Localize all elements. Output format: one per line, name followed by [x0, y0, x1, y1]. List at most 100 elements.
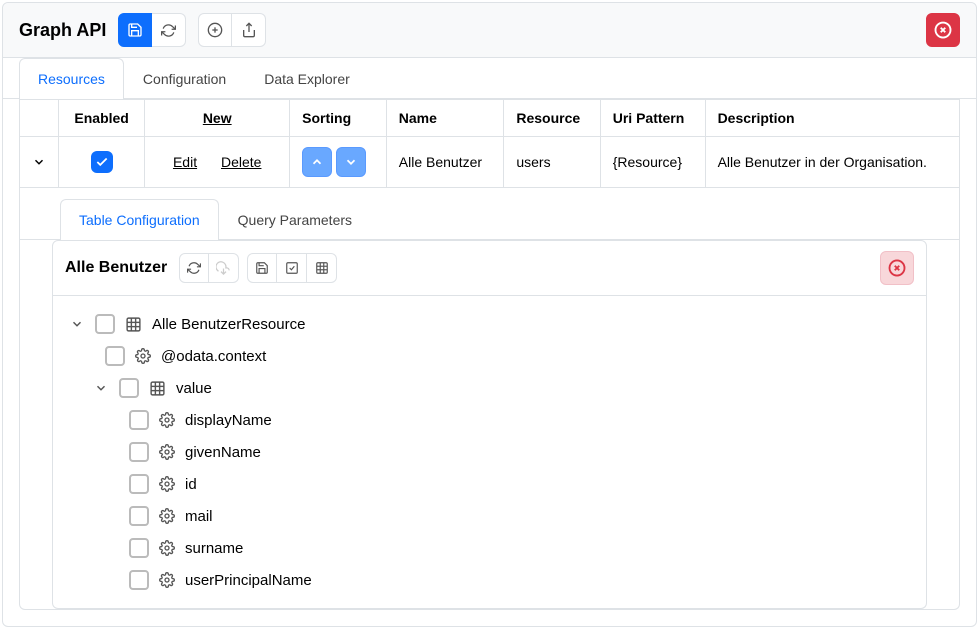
resources-table: Enabled New Sorting Name Resource Uri Pa… [19, 99, 960, 188]
table-icon [149, 380, 166, 397]
refresh-button[interactable] [152, 13, 186, 47]
add-button[interactable] [198, 13, 232, 47]
tree-item: displayName [129, 404, 910, 436]
col-resource: Resource [504, 100, 600, 137]
schema-tree: Alle BenutzerResource @odata.context [52, 296, 927, 609]
config-select-button[interactable] [277, 253, 307, 283]
save-icon [127, 22, 143, 38]
save-button[interactable] [118, 13, 152, 47]
config-save-button[interactable] [247, 253, 277, 283]
main-tabs: Resources Configuration Data Explorer [3, 58, 976, 99]
row-description: Alle Benutzer in der Organisation. [705, 137, 959, 188]
grid-icon [315, 261, 329, 275]
tree-checkbox[interactable] [129, 506, 149, 526]
tree-node: value [93, 372, 910, 404]
tab-query-params[interactable]: Query Parameters [219, 199, 371, 240]
edit-link[interactable]: Edit [173, 154, 197, 170]
tree-item: userPrincipalName [129, 564, 910, 596]
new-link[interactable]: New [203, 110, 232, 126]
tree-item-label: surname [185, 540, 243, 557]
tree-checkbox[interactable] [105, 346, 125, 366]
header-btn-group-2 [198, 13, 266, 47]
close-panel-button[interactable] [926, 13, 960, 47]
gear-icon [159, 508, 175, 524]
tree-root-row: Alle BenutzerResource [69, 308, 910, 340]
save-icon [255, 261, 269, 275]
config-close-button[interactable] [880, 251, 914, 285]
tree-item-label: userPrincipalName [185, 572, 312, 589]
panel-title: Graph API [19, 20, 106, 41]
table-icon [125, 316, 142, 333]
row-name: Alle Benutzer [386, 137, 504, 188]
sort-up-button[interactable] [302, 147, 332, 177]
tree-toggle[interactable] [93, 381, 109, 395]
tree-checkbox[interactable] [95, 314, 115, 334]
gear-icon [135, 348, 151, 364]
refresh-icon [187, 261, 201, 275]
row-uri-pattern: {Resource} [600, 137, 705, 188]
gear-icon [159, 412, 175, 428]
config-refresh-button[interactable] [179, 253, 209, 283]
tree-item: mail [129, 500, 910, 532]
delete-link[interactable]: Delete [221, 154, 261, 170]
detail-tabs: Table Configuration Query Parameters [20, 187, 959, 240]
config-title: Alle Benutzer [65, 259, 167, 277]
tree-item: @odata.context [105, 340, 910, 372]
export-icon [241, 22, 257, 38]
detail-panel: Table Configuration Query Parameters All… [19, 187, 960, 610]
export-button[interactable] [232, 13, 266, 47]
col-sorting: Sorting [290, 100, 387, 137]
tree-item-label: givenName [185, 444, 261, 461]
gear-icon [159, 444, 175, 460]
tree-checkbox[interactable] [129, 538, 149, 558]
tree-root-label: Alle BenutzerResource [152, 316, 305, 333]
check-icon [95, 155, 109, 169]
sort-down-button[interactable] [336, 147, 366, 177]
panel-header: Graph API [3, 3, 976, 58]
gear-icon [159, 572, 175, 588]
tree-item-label: id [185, 476, 197, 493]
tab-data-explorer[interactable]: Data Explorer [245, 58, 369, 99]
col-enabled: Enabled [59, 100, 145, 137]
chevron-down-icon [32, 155, 46, 169]
tab-table-config[interactable]: Table Configuration [60, 199, 219, 240]
chevron-down-icon [94, 381, 108, 395]
tree-node-label: value [176, 380, 212, 397]
chevron-down-icon [70, 317, 84, 331]
chevron-down-icon [344, 155, 358, 169]
col-name: Name [386, 100, 504, 137]
gear-icon [159, 476, 175, 492]
tree-checkbox[interactable] [129, 410, 149, 430]
header-btn-group-1 [118, 13, 186, 47]
check-square-icon [285, 261, 299, 275]
config-grid-button[interactable] [307, 253, 337, 283]
plus-circle-icon [207, 22, 223, 38]
tree-item-label: @odata.context [161, 348, 266, 365]
tree-item: surname [129, 532, 910, 564]
tree-item: id [129, 468, 910, 500]
close-circle-icon [888, 259, 906, 277]
close-circle-icon [934, 21, 952, 39]
col-uri-pattern: Uri Pattern [600, 100, 705, 137]
tree-toggle[interactable] [69, 317, 85, 331]
config-cloud-button[interactable] [209, 253, 239, 283]
tab-resources[interactable]: Resources [19, 58, 124, 99]
tree-checkbox[interactable] [119, 378, 139, 398]
tree-checkbox[interactable] [129, 442, 149, 462]
chevron-up-icon [310, 155, 324, 169]
table-row: Edit Delete Alle Benutzer [20, 137, 960, 188]
tree-item: givenName [129, 436, 910, 468]
row-resource: users [504, 137, 600, 188]
cloud-download-icon [216, 261, 231, 276]
tree-item-label: mail [185, 508, 213, 525]
enabled-checkbox[interactable] [91, 151, 113, 173]
config-header: Alle Benutzer [52, 240, 927, 296]
tree-item-label: displayName [185, 412, 272, 429]
tab-configuration[interactable]: Configuration [124, 58, 245, 99]
col-description: Description [705, 100, 959, 137]
tree-checkbox[interactable] [129, 474, 149, 494]
refresh-icon [161, 23, 176, 38]
gear-icon [159, 540, 175, 556]
tree-checkbox[interactable] [129, 570, 149, 590]
row-expand-toggle[interactable] [20, 137, 59, 188]
